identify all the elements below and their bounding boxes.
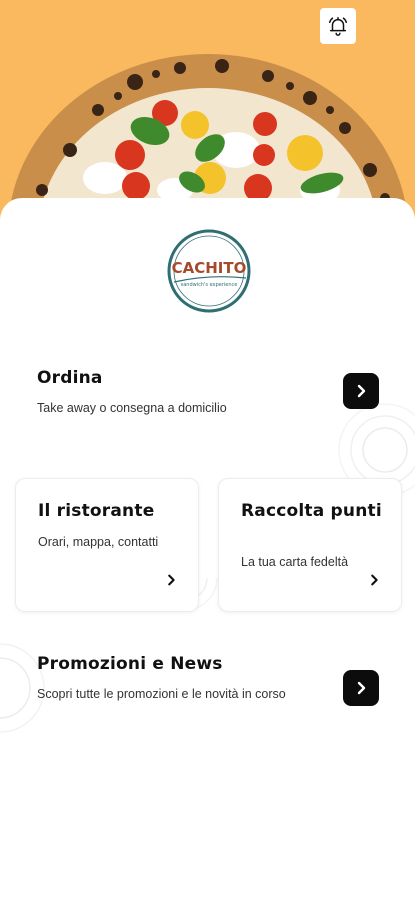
restaurant-subtitle: Orari, mappa, contatti	[38, 535, 159, 549]
bell-icon	[329, 17, 347, 36]
svg-text:sandwich's experience: sandwich's experience	[181, 282, 238, 288]
chevron-right-icon	[168, 574, 175, 586]
order-arrow-button[interactable]	[343, 373, 379, 409]
promotions-card[interactable]: Promozioni e News Scopri tutte le promoz…	[0, 648, 415, 738]
notifications-button[interactable]	[320, 8, 356, 44]
order-subtitle: Take away o consegna a domicilio	[37, 401, 227, 415]
home-sheet: CACHITO sandwich's experience Ordina Tak…	[0, 198, 415, 900]
chevron-right-icon	[357, 384, 366, 398]
promotions-arrow-button[interactable]	[343, 670, 379, 706]
svg-text:CACHITO: CACHITO	[172, 259, 247, 277]
promotions-subtitle: Scopri tutte le promozioni e le novità i…	[37, 687, 286, 701]
promotions-title: Promozioni e News	[37, 654, 223, 674]
chevron-right-icon	[371, 574, 378, 586]
restaurant-title: Il ristorante	[38, 501, 155, 521]
order-title: Ordina	[37, 368, 103, 388]
chevron-right-icon	[357, 681, 366, 695]
restaurant-card[interactable]: Il ristorante Orari, mappa, contatti	[15, 478, 199, 612]
cachito-logo: CACHITO sandwich's experience	[167, 229, 251, 313]
loyalty-points-card[interactable]: Raccolta punti La tua carta fedeltà	[218, 478, 402, 612]
order-card[interactable]: Ordina Take away o consegna a domicilio	[0, 348, 415, 428]
loyalty-title: Raccolta punti	[241, 501, 382, 521]
loyalty-subtitle: La tua carta fedeltà	[241, 555, 349, 569]
